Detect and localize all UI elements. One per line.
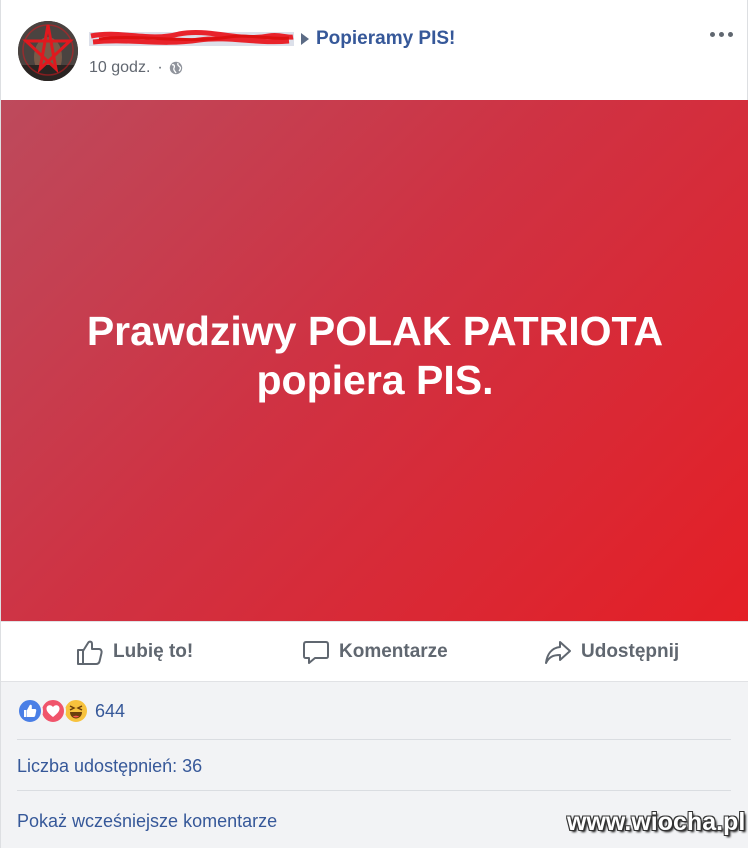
divider <box>17 739 731 740</box>
comment-bubble-icon <box>303 641 329 664</box>
author-row: Popieramy PIS! <box>89 27 455 51</box>
like-reaction-icon <box>17 698 43 724</box>
share-arrow-icon <box>545 641 571 664</box>
red-scribble-redaction <box>89 29 294 46</box>
haha-reaction-icon <box>63 698 89 724</box>
comment-button[interactable]: Komentarze <box>302 622 448 682</box>
watermark: www.wiocha.pl <box>567 808 746 836</box>
shares-count-link[interactable]: Liczba udostępnień: 36 <box>17 756 202 777</box>
arrow-right-icon <box>301 33 309 45</box>
share-button[interactable]: Udostępnij <box>544 622 679 682</box>
comment-label: Komentarze <box>339 641 448 662</box>
post-header: Popieramy PIS! 10 godz. · <box>1 0 748 100</box>
post-actions-bar: Lubię to! Komentarze Udostępnij <box>1 621 748 682</box>
like-button[interactable]: Lubię to! <box>76 622 193 682</box>
group-name-link[interactable]: Popieramy PIS! <box>316 28 455 50</box>
share-label: Udostępnij <box>581 641 680 662</box>
show-earlier-comments-link[interactable]: Pokaż wcześniejsze komentarze <box>17 811 277 832</box>
reaction-icons <box>17 698 91 724</box>
author-name-redacted[interactable] <box>89 28 294 50</box>
avatar[interactable] <box>18 21 78 81</box>
facebook-post: Popieramy PIS! 10 godz. · Prawdziwy POLA… <box>0 0 748 848</box>
post-image[interactable]: Prawdziwy POLAK PATRIOTA popiera PIS. <box>1 100 748 621</box>
post-timestamp[interactable]: 10 godz. <box>89 59 150 77</box>
reactions-summary[interactable]: 644 <box>17 698 125 724</box>
post-image-text: Prawdziwy POLAK PATRIOTA popiera PIS. <box>1 307 748 405</box>
meta-separator: · <box>157 59 163 76</box>
more-options-dot <box>719 32 724 37</box>
more-options-button[interactable] <box>707 24 737 44</box>
post-meta: 10 godz. · <box>89 58 183 78</box>
post-text-line1: Prawdziwy POLAK PATRIOTA <box>86 308 664 354</box>
divider <box>17 790 731 791</box>
more-options-dot <box>728 32 733 37</box>
globe-icon[interactable] <box>169 61 183 75</box>
more-options-icon <box>710 32 715 37</box>
love-reaction-icon <box>40 698 66 724</box>
thumbs-up-icon <box>77 640 103 665</box>
reaction-count: 644 <box>95 700 126 721</box>
avatar-image <box>18 21 78 81</box>
like-label: Lubię to! <box>113 641 194 662</box>
post-text-line2: popiera PIS. <box>256 357 494 403</box>
